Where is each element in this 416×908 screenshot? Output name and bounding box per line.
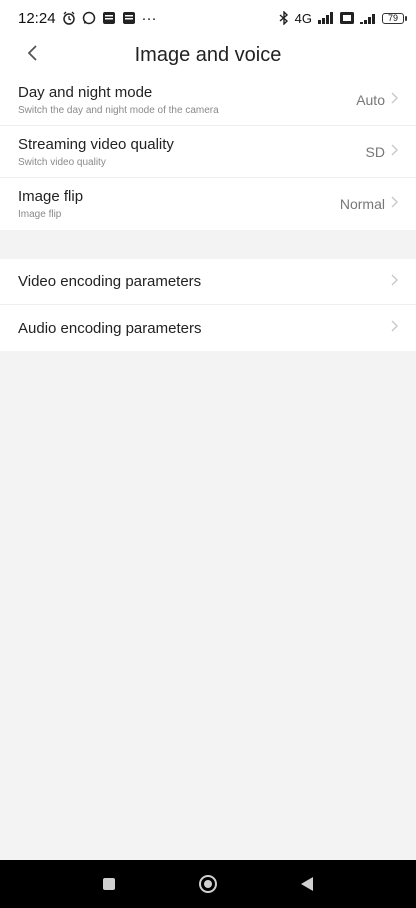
setting-streaming-video-quality[interactable]: Streaming video quality Switch video qua… bbox=[0, 126, 416, 178]
setting-video-encoding[interactable]: Video encoding parameters bbox=[0, 259, 416, 305]
page-title: Image and voice bbox=[134, 43, 282, 66]
notification-icon bbox=[122, 11, 136, 25]
settings-group-image: Day and night mode Switch the day and ni… bbox=[0, 74, 416, 230]
chevron-left-icon bbox=[27, 44, 39, 67]
back-button[interactable] bbox=[18, 40, 48, 70]
alarm-icon bbox=[62, 11, 76, 25]
chevron-right-icon bbox=[391, 195, 398, 213]
setting-sublabel: Switch video quality bbox=[18, 156, 106, 168]
status-time: 12:24 bbox=[18, 9, 56, 27]
setting-value: Auto bbox=[356, 91, 385, 108]
setting-label: Streaming video quality bbox=[18, 135, 174, 153]
setting-value: SD bbox=[365, 143, 385, 160]
setting-label: Image flip bbox=[18, 188, 84, 205]
chevron-right-icon bbox=[391, 319, 398, 337]
setting-sublabel: Switch the day and night mode of the cam… bbox=[18, 104, 219, 116]
whatsapp-icon bbox=[82, 11, 96, 25]
recent-apps-button[interactable] bbox=[103, 878, 115, 890]
sim-icon bbox=[340, 12, 354, 24]
battery-indicator: 79 bbox=[382, 12, 407, 24]
setting-label: Day and night mode bbox=[18, 83, 153, 101]
setting-image-flip[interactable]: Image flip Image flip Normal bbox=[0, 178, 416, 230]
status-bar-left: 12:24 ··· bbox=[18, 10, 157, 27]
setting-label: Audio encoding parameters bbox=[18, 319, 202, 337]
section-divider bbox=[0, 230, 416, 259]
signal-icon bbox=[360, 12, 376, 24]
signal-icon bbox=[318, 12, 334, 24]
chevron-right-icon bbox=[391, 143, 398, 161]
setting-sublabel: Image flip bbox=[18, 209, 62, 220]
setting-day-night-mode[interactable]: Day and night mode Switch the day and ni… bbox=[0, 74, 416, 126]
setting-label: Video encoding parameters bbox=[18, 273, 202, 290]
app-header: Image and voice bbox=[0, 36, 416, 74]
more-indicator: ··· bbox=[141, 9, 157, 27]
setting-value: Normal bbox=[339, 196, 385, 212]
status-bar: 12:24 ··· 4G 79 bbox=[0, 0, 416, 36]
status-bar-right: 4G 79 bbox=[279, 10, 407, 26]
chevron-right-icon bbox=[391, 273, 398, 291]
bluetooth-icon bbox=[279, 11, 289, 25]
home-button[interactable] bbox=[199, 875, 217, 893]
system-back-button[interactable] bbox=[301, 877, 313, 891]
system-nav-bar bbox=[0, 860, 416, 908]
setting-audio-encoding[interactable]: Audio encoding parameters bbox=[0, 305, 416, 351]
notification-icon bbox=[102, 11, 116, 25]
settings-group-encoding: Video encoding parameters Audio encoding… bbox=[0, 259, 416, 351]
chevron-right-icon bbox=[391, 91, 398, 109]
network-type: 4G bbox=[294, 10, 312, 26]
